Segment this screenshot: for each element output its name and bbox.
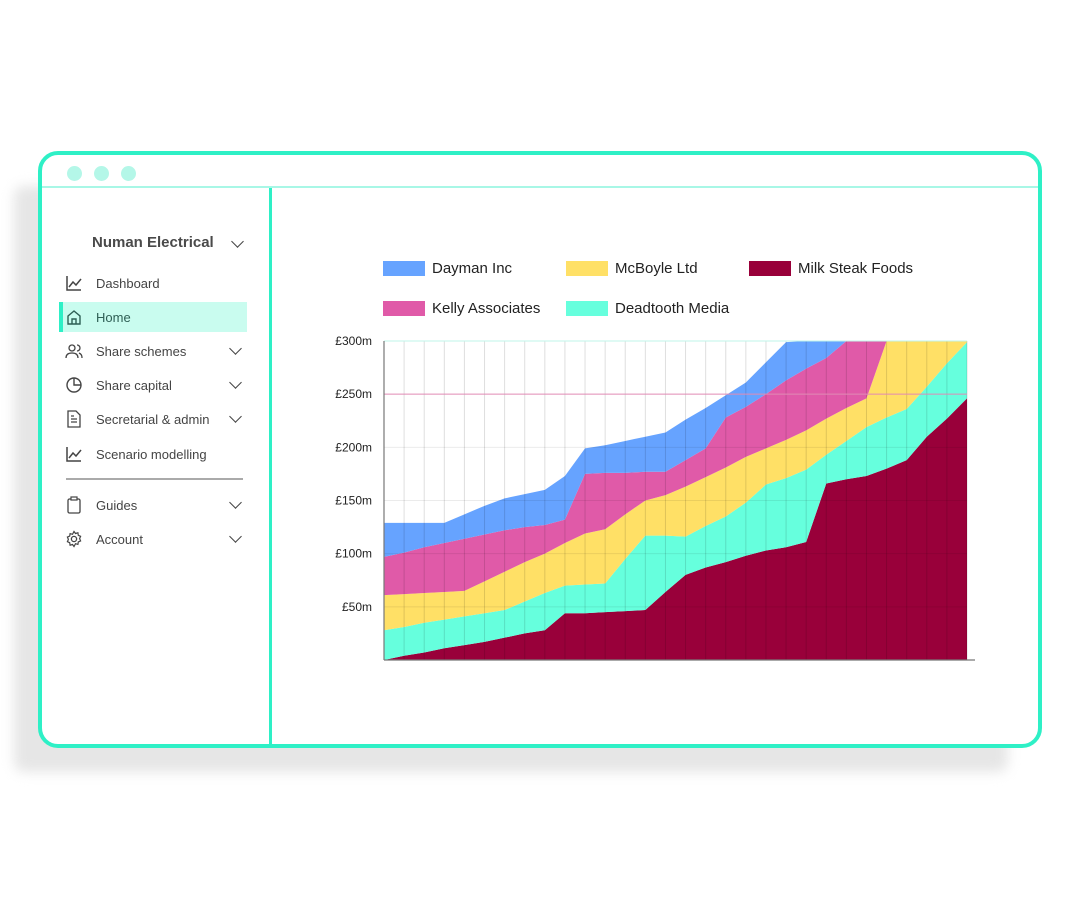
legend-swatch	[383, 261, 425, 276]
sidebar-item-label: Share capital	[96, 378, 172, 393]
gear-icon	[66, 530, 82, 548]
sidebar-item-dashboard[interactable]: Dashboard	[59, 268, 247, 298]
users-icon	[65, 344, 83, 359]
sidebar-divider	[66, 478, 243, 480]
window-dot-close[interactable]	[67, 166, 82, 181]
legend-label: Kelly Associates	[432, 300, 541, 317]
legend-label: Milk Steak Foods	[798, 260, 914, 277]
sidebar-item-label: Home	[96, 310, 131, 325]
company-name: Numan Electrical	[92, 234, 214, 251]
legend-swatch	[383, 301, 425, 316]
legend-swatch	[749, 261, 791, 276]
title-bar	[42, 155, 1038, 188]
sidebar-item-account[interactable]: Account	[59, 524, 247, 554]
sidebar-item-label: Dashboard	[96, 276, 160, 291]
chevron-down-icon[interactable]	[229, 376, 242, 389]
legend-swatch	[566, 261, 608, 276]
legend-label: McBoyle Ltd	[615, 260, 698, 277]
sidebar-item-share-schemes[interactable]: Share schemes	[59, 336, 247, 366]
window-dot-minimize[interactable]	[94, 166, 109, 181]
stacked-area-chart: £50m £100m £150m £200m £250m £300m	[335, 334, 975, 661]
y-tick-label: £250m	[335, 387, 372, 401]
clipboard-icon	[67, 496, 81, 514]
legend-label: Dayman Inc	[432, 260, 513, 277]
home-icon	[67, 310, 81, 325]
sidebar-item-guides[interactable]: Guides	[59, 490, 247, 520]
window-dot-maximize[interactable]	[121, 166, 136, 181]
sidebar-item-label: Share schemes	[96, 344, 187, 359]
sidebar-item-share-capital[interactable]: Share capital	[59, 370, 247, 400]
sidebar: Numan Electrical Dashboard Home Share sche…	[42, 188, 272, 744]
line-chart-icon	[66, 276, 82, 291]
legend-swatch	[566, 301, 608, 316]
sidebar-item-label: Scenario modelling	[96, 447, 207, 462]
sidebar-item-home[interactable]: Home	[59, 302, 247, 332]
pie-chart-icon	[66, 377, 82, 393]
sidebar-item-label: Guides	[96, 498, 138, 513]
chevron-down-icon[interactable]	[229, 410, 242, 423]
chevron-down-icon[interactable]	[229, 496, 242, 509]
sidebar-item-scenario-modelling[interactable]: Scenario modelling	[59, 439, 247, 469]
y-tick-label: £100m	[335, 547, 372, 561]
sidebar-item-secretarial-admin[interactable]: Secretarial & admin	[59, 404, 247, 434]
document-icon	[67, 410, 81, 428]
y-tick-label: £300m	[335, 334, 372, 348]
chevron-down-icon[interactable]	[229, 530, 242, 543]
y-tick-label: £50m	[342, 600, 372, 614]
line-chart-icon	[66, 447, 82, 462]
legend-label: Deadtooth Media	[615, 300, 730, 317]
sidebar-item-label: Secretarial & admin	[96, 412, 210, 427]
y-tick-label: £200m	[335, 440, 372, 454]
y-tick-label: £150m	[335, 494, 372, 508]
chevron-down-icon[interactable]	[229, 342, 242, 355]
chevron-down-icon	[231, 235, 244, 248]
sidebar-item-label: Account	[96, 532, 143, 547]
